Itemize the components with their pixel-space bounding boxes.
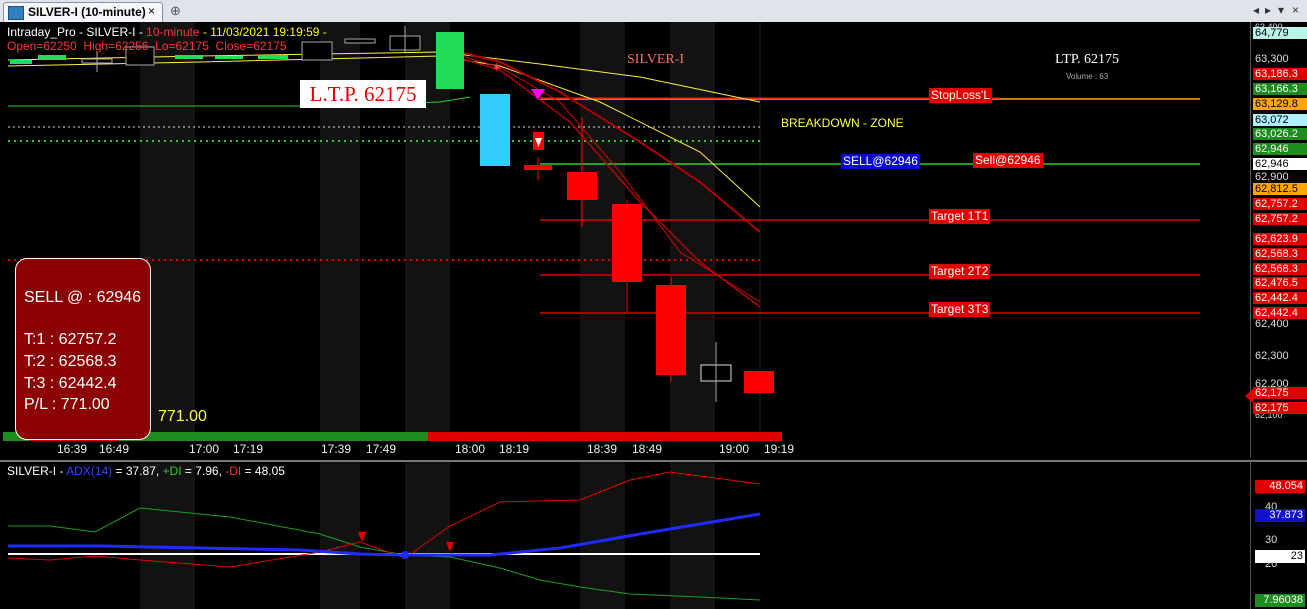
time-label: 17:49	[366, 442, 397, 456]
time-label: 18:19	[499, 442, 530, 456]
price-label: 63,129.8	[1253, 98, 1307, 110]
price-tick: 62,900	[1255, 171, 1289, 183]
price-axis[interactable]: 63,400 63,300 62,900 62,400 62,300 62,20…	[1245, 22, 1307, 457]
trade-pl: P/L : 771.00	[24, 396, 110, 413]
adx-value-label: 7.96038	[1255, 594, 1305, 607]
ohlc-line: Open=62250 High=62256 Lo=62175 Close=621…	[7, 39, 287, 53]
current-price-pointer-icon	[1245, 389, 1253, 403]
svg-text:✶: ✶	[491, 59, 503, 75]
close-icon[interactable]: ×	[148, 4, 155, 18]
price-label: 62,757.2	[1253, 213, 1307, 225]
adx-line	[8, 512, 761, 557]
target3-label: Target 3T3	[929, 302, 991, 317]
pl-value: 771.00	[158, 408, 207, 425]
ohlc-open: Open=62250	[7, 39, 77, 53]
price-tick: 62,400	[1255, 318, 1289, 330]
header-prefix: Intraday_Pro - SILVER-I -	[7, 25, 147, 39]
trade-t1: T:1 : 62757.2	[24, 331, 117, 348]
close-window-icon[interactable]: ×	[1292, 3, 1299, 17]
price-tick: 63,300	[1255, 53, 1289, 65]
price-label: 62,476.5	[1253, 277, 1307, 289]
adx-value-label: 23	[1255, 550, 1305, 563]
adx-value-label: 48.054	[1255, 480, 1305, 493]
price-label: 62,568.3	[1253, 248, 1307, 260]
price-label: 63,072	[1253, 114, 1307, 126]
ohlc-close: Close=62175	[215, 39, 287, 53]
sell-blue-label: SELL@62946	[841, 154, 920, 169]
add-tab-icon[interactable]: ⊕	[170, 3, 181, 19]
adx-header: SILVER-I - ADX(14) = 37.87, +DI = 7.96, …	[7, 464, 285, 478]
chart-header: Intraday_Pro - SILVER-I - 10-minute - 11…	[7, 25, 327, 39]
price-chart-canvas: ✶	[3, 22, 1200, 441]
mdi-label: -DI	[225, 464, 242, 478]
price-chart[interactable]: ✶ Intraday_Pro - SILVER-I - 10-minute - …	[0, 22, 1250, 457]
pdi-value: = 7.96,	[181, 464, 226, 478]
time-label: 16:49	[99, 442, 130, 456]
time-label: 18:49	[632, 442, 663, 456]
adx-canvas	[7, 462, 761, 609]
header-datetime: - 11/03/2021 19:19:59 -	[199, 25, 327, 39]
adx-panel[interactable]: SILVER-I - ADX(14) = 37.87, +DI = 7.96, …	[0, 460, 1250, 609]
price-label: 62,175	[1253, 387, 1307, 399]
time-label: 17:19	[233, 442, 264, 456]
stoploss-label: StopLoss'L	[929, 88, 992, 103]
price-label: 63,166.3	[1253, 83, 1307, 95]
candle-last	[744, 371, 774, 393]
price-label: 62,442.4	[1253, 307, 1307, 319]
ltp-right: LTP. 62175	[1055, 52, 1120, 67]
time-label: 19:19	[764, 442, 795, 456]
price-label: 62,757.2	[1253, 198, 1307, 210]
time-label: 18:39	[587, 442, 618, 456]
trade-sell: SELL @ : 62946	[24, 289, 142, 306]
mdi-value: = 48.05	[241, 464, 285, 478]
chart-tab-label: SILVER-I (10-minute)	[28, 5, 146, 19]
price-label: 62,946	[1253, 143, 1307, 155]
ohlc-low: Lo=62175	[155, 39, 209, 53]
target1-label: Target 1T1	[929, 209, 991, 224]
mdi-line	[7, 471, 761, 568]
time-label: 17:00	[189, 442, 220, 456]
symbol-label: SILVER-I	[627, 52, 685, 67]
adx-axis[interactable]: 40 30 20 48.054 37.873 23 7.96038	[1250, 460, 1307, 609]
ltp-box: L.T.P. 62175	[300, 80, 426, 108]
price-label: 63,186.3	[1253, 68, 1307, 80]
time-label: 17:39	[321, 442, 352, 456]
price-label: 64,779	[1253, 27, 1307, 39]
adx-tick: 30	[1265, 534, 1278, 546]
price-label: 62,623.9	[1253, 233, 1307, 245]
trade-t2: T:2 : 62568.3	[24, 353, 117, 370]
candle-cyan	[480, 94, 510, 166]
price-tick: 62,300	[1255, 350, 1289, 362]
sell-red-label: Sell@62946	[973, 153, 1043, 168]
price-label: 62,442.4	[1253, 292, 1307, 304]
tab-strip: SILVER-I (10-minute) × ⊕ ◂ ▸ ▾ ×	[0, 0, 1307, 23]
adx-label: ADX(14)	[66, 464, 113, 478]
target2-label: Target 2T2	[929, 264, 991, 279]
ohlc-high: High=62256	[83, 39, 149, 53]
volume-label: Volume : 63	[1066, 72, 1109, 81]
price-label: 63,026.2	[1253, 128, 1307, 140]
scroll-right-icon[interactable]: ▸	[1265, 3, 1271, 17]
trade-summary-box: SELL @ : 62946 T:1 : 62757.2 T:2 : 62568…	[15, 258, 151, 440]
chart-icon	[8, 6, 24, 20]
trade-t3: T:3 : 62442.4	[24, 375, 117, 392]
price-label: 62,812.5	[1253, 183, 1307, 195]
price-label: 62,946	[1253, 158, 1307, 170]
price-label: 62,568.3	[1253, 263, 1307, 275]
adx-value: = 37.87,	[112, 464, 163, 478]
breakdown-zone-label: BREAKDOWN - ZONE	[781, 116, 904, 130]
tab-menu-icon[interactable]: ▾	[1278, 3, 1284, 17]
time-label: 16:39	[57, 442, 88, 456]
time-label: 19:00	[719, 442, 750, 456]
time-label: 18:00	[455, 442, 486, 456]
scroll-left-icon[interactable]: ◂	[1253, 3, 1259, 17]
adx-value-label: 37.873	[1255, 509, 1305, 522]
adx-prefix: SILVER-I -	[7, 464, 67, 478]
chart-tab[interactable]: SILVER-I (10-minute) ×	[3, 2, 163, 22]
pdi-label: +DI	[162, 464, 182, 478]
price-label: 62,175	[1253, 402, 1307, 414]
header-interval: 10-minute	[146, 25, 200, 39]
